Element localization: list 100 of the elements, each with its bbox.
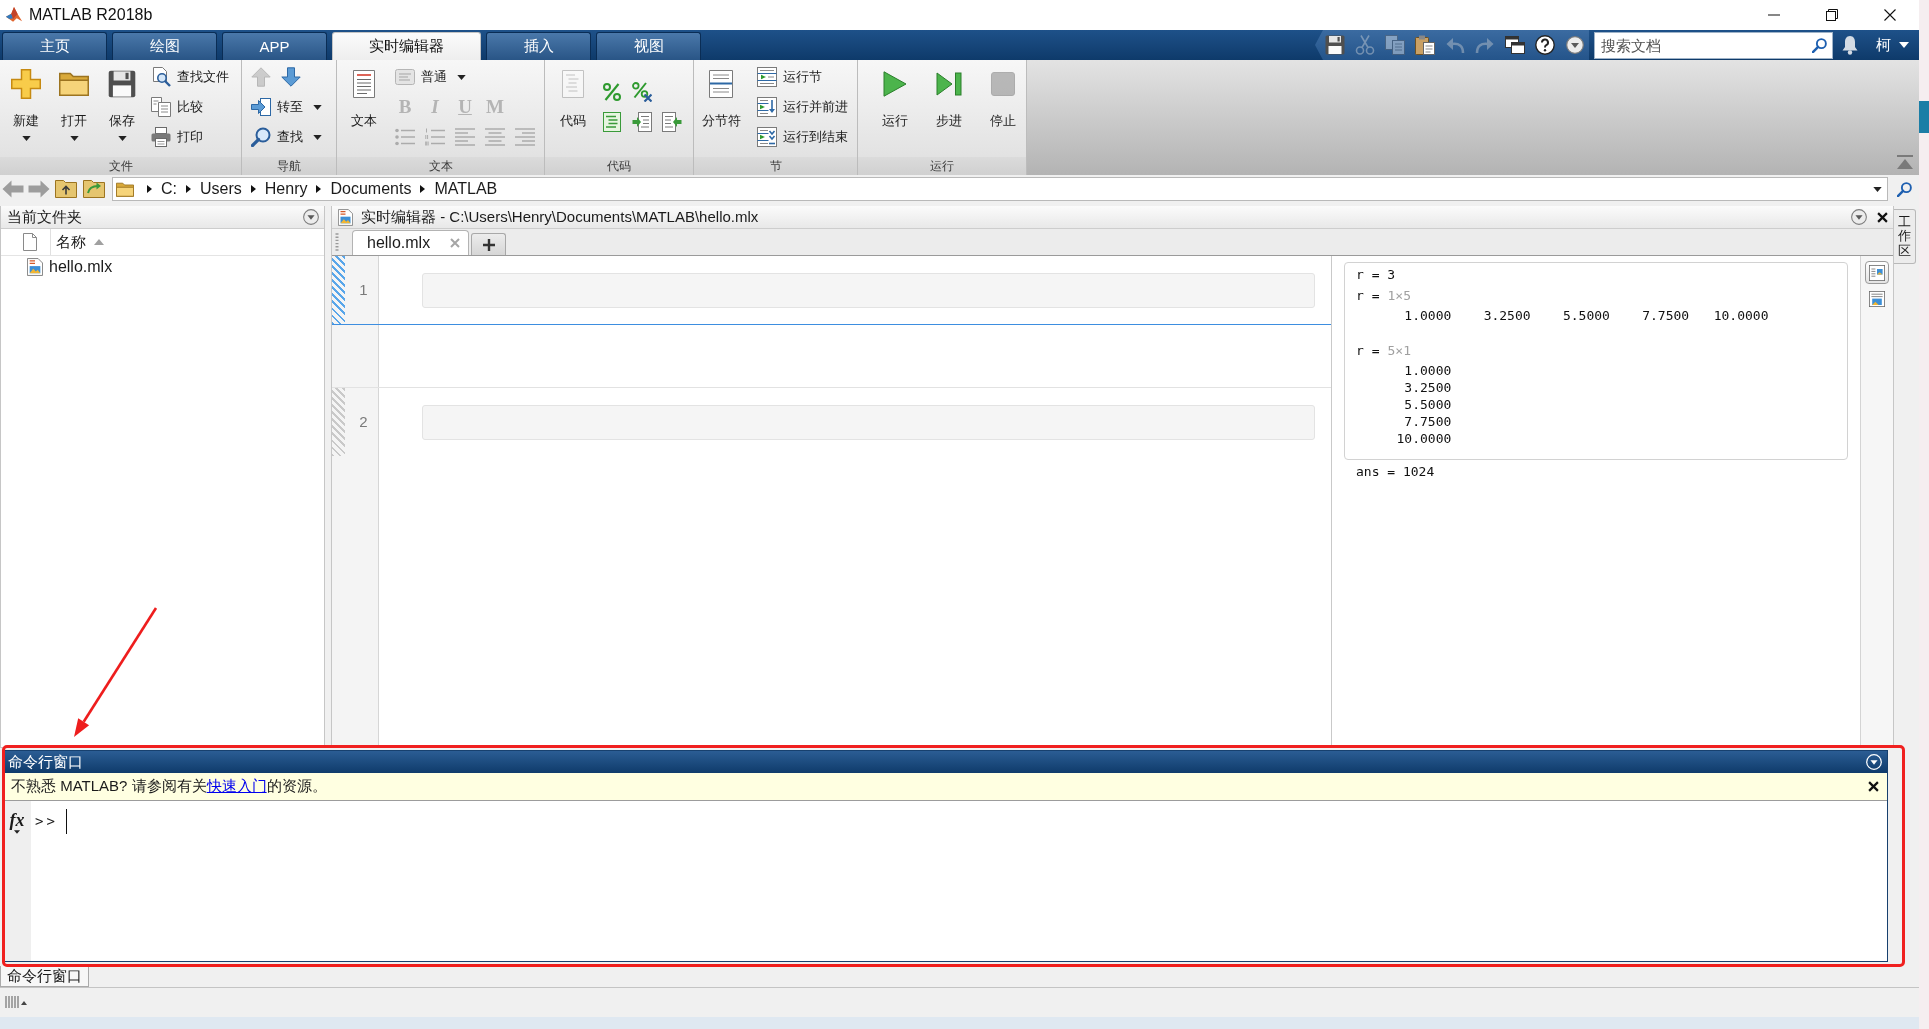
quick-start-link[interactable]: 快速入门	[206, 777, 267, 794]
run-section-button[interactable]: 运行节	[752, 64, 826, 90]
search-field[interactable]: 搜索文档	[1594, 31, 1833, 59]
compare-button[interactable]: 比较	[146, 94, 207, 120]
plus-icon	[11, 69, 41, 99]
panel-title: 实时编辑器 - C:\Users\Henry\Documents\MATLAB\hello.mlx	[361, 207, 759, 227]
go-to-button[interactable]: 转至	[246, 94, 326, 120]
text-cursor-icon	[65, 809, 67, 834]
file-list-item[interactable]: hello.mlx	[1, 256, 324, 278]
run-to-end-button[interactable]: 运行到结束	[752, 124, 852, 150]
user-menu-button[interactable]: 柯	[1872, 31, 1913, 59]
page-right-arrow-icon	[632, 112, 652, 132]
run-and-advance-button[interactable]: 运行并前进	[752, 94, 852, 120]
ribbon-tab[interactable]: 视图	[596, 32, 701, 60]
help-button[interactable]	[1535, 34, 1555, 56]
matrix-value: 1.0000	[1403, 362, 1452, 379]
dropdown-circle-icon[interactable]	[303, 209, 319, 225]
bullet-list-icon	[395, 128, 415, 146]
save-button[interactable]	[1325, 34, 1345, 56]
output-mode-button[interactable]	[1865, 261, 1889, 284]
close-icon[interactable]	[1877, 211, 1888, 223]
matrix-size: 5×1	[1387, 343, 1411, 358]
search-icon[interactable]	[1812, 37, 1827, 53]
save-button[interactable]: 保存	[98, 62, 146, 154]
document-search-icon	[151, 67, 171, 87]
clipboard-icon	[1415, 35, 1435, 55]
app-logo-icon	[5, 6, 23, 24]
find-files-button[interactable]: 查找文件	[146, 64, 233, 90]
close-icon[interactable]	[1868, 781, 1879, 792]
caret-down-icon	[14, 830, 20, 834]
folder-icon	[59, 72, 89, 96]
panel-title: 当前文件夹	[7, 207, 82, 227]
code-input-field[interactable]	[422, 273, 1315, 308]
browse-folder-button[interactable]	[80, 177, 108, 201]
path-segment[interactable]: Documents	[328, 178, 414, 200]
collapse-ribbon-icon[interactable]	[1897, 155, 1913, 169]
redo-icon	[1475, 36, 1495, 54]
panel-title: 命令行窗口	[8, 752, 83, 772]
align-center-icon	[485, 128, 505, 146]
run-button[interactable]: 运行	[869, 62, 921, 154]
folder-arrow-icon	[83, 180, 105, 198]
matrix-value: 3.2500	[1403, 379, 1452, 396]
path-segment[interactable]: MATLAB	[432, 178, 500, 200]
command-prompt: >>	[35, 813, 58, 830]
page-left-arrow-icon	[662, 112, 682, 132]
ribbon-group-label: 运行	[858, 157, 1026, 175]
ribbon-tab[interactable]: 绘图	[112, 32, 217, 60]
switch-windows-button[interactable]	[1505, 34, 1525, 56]
matrix-value: 7.7500	[1641, 307, 1690, 324]
ribbon-group-label: 节	[694, 157, 857, 175]
text-style-dropdown[interactable]: 普通	[390, 64, 470, 90]
matrix-value: 3.2500	[1482, 307, 1531, 324]
path-segment[interactable]: C:	[159, 178, 179, 200]
matrix-value: 5.5000	[1403, 396, 1452, 413]
windows-icon	[1505, 36, 1525, 54]
output-text: r = 3	[1356, 266, 1397, 283]
up-folder-button[interactable]	[52, 177, 80, 201]
side-layout-icon	[1869, 264, 1885, 281]
column-header[interactable]: 名称	[51, 229, 108, 255]
caret-down-icon	[1899, 42, 1909, 48]
paste-button[interactable]	[1415, 34, 1435, 56]
customize-button[interactable]	[1565, 34, 1585, 56]
window-title: MATLAB R2018b	[29, 6, 153, 24]
document-tab[interactable]: hello.mlx	[352, 230, 470, 255]
dropdown-circle-icon	[1566, 36, 1584, 54]
new-tab-button[interactable]	[471, 233, 507, 255]
matrix-value: 7.7500	[1403, 413, 1452, 430]
new-button[interactable]: 新建	[2, 62, 50, 154]
caret-down-icon[interactable]	[1873, 186, 1882, 192]
dropdown-circle-icon[interactable]	[1851, 209, 1867, 225]
text-button[interactable]: 文本	[340, 62, 388, 154]
open-button[interactable]: 打开	[50, 62, 98, 154]
down-arrow-icon	[281, 67, 301, 87]
scissors-icon	[1355, 35, 1375, 55]
section-page-icon	[709, 70, 733, 98]
ribbon-tab[interactable]: 实时编辑器	[332, 32, 481, 60]
minimize-icon	[1768, 14, 1780, 16]
close-icon	[1884, 9, 1896, 21]
step-button[interactable]: 步进	[923, 62, 975, 154]
path-segment[interactable]: Users	[198, 178, 244, 200]
path-segment[interactable]: Henry	[262, 178, 310, 200]
function-browser-button[interactable]: fx	[9, 801, 25, 834]
address-field[interactable]: C: Users Henry Documents MATLAB	[112, 177, 1888, 201]
find-button[interactable]: 查找	[246, 124, 326, 150]
documents-icon	[151, 97, 171, 117]
chevron-right-icon	[316, 185, 322, 193]
ribbon-tab[interactable]: APP	[222, 32, 327, 60]
workspace-tab[interactable]: 工作区	[1894, 209, 1916, 264]
chevron-right-icon	[250, 185, 256, 193]
minimized-panel-tab[interactable]: 命令行窗口	[0, 966, 89, 987]
bell-icon[interactable]	[1842, 35, 1858, 55]
help-icon	[1535, 35, 1555, 55]
ribbon-tab[interactable]: 插入	[486, 32, 591, 60]
ribbon-tab[interactable]: 主页	[2, 32, 107, 60]
section-break-button[interactable]: 分节符	[697, 62, 745, 154]
print-button[interactable]: 打印	[146, 124, 207, 150]
grip-icon[interactable]	[5, 995, 27, 1009]
document-lines-icon	[353, 70, 375, 98]
search-icon	[1896, 181, 1912, 197]
code-input-field[interactable]	[422, 405, 1315, 440]
